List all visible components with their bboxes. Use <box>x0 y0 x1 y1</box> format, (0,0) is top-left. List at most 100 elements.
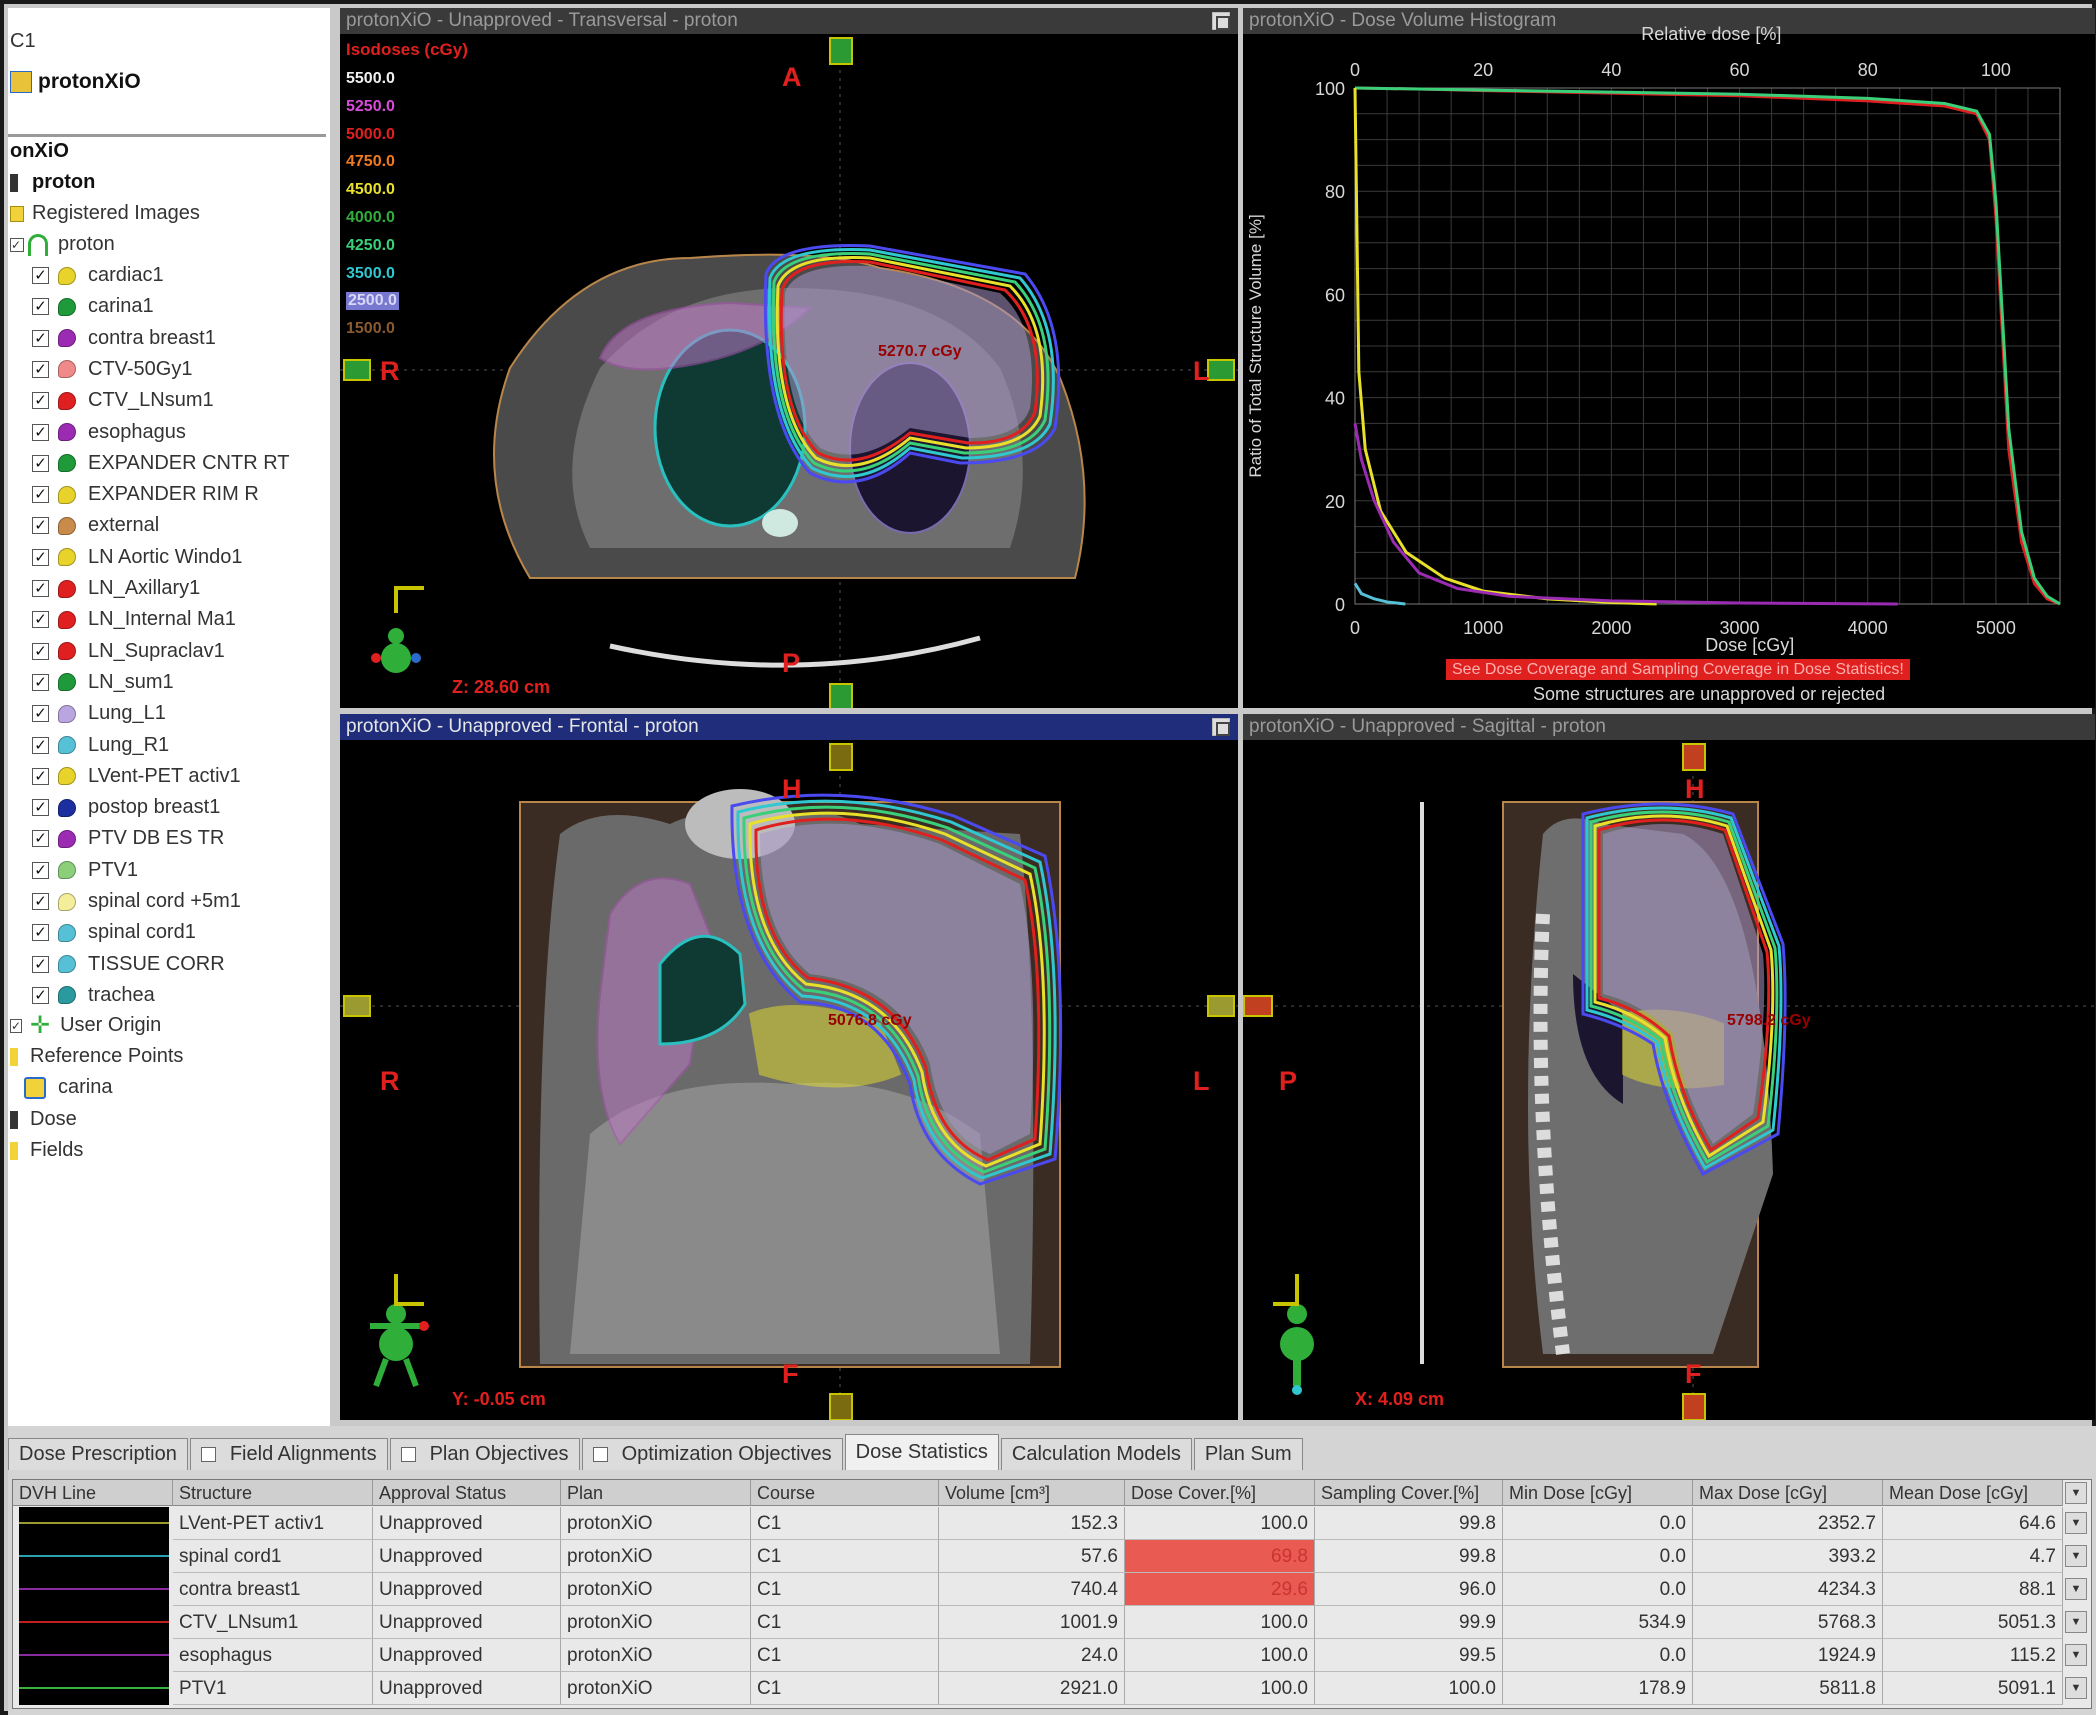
row-dropdown[interactable]: ▼ <box>2065 1512 2087 1534</box>
user-origin-checkbox[interactable]: ✓ <box>10 1018 22 1033</box>
structure-visibility-checkbox[interactable]: ✓ <box>32 736 49 754</box>
column-header[interactable]: Volume [cm³] <box>939 1480 1125 1506</box>
user-origin-label: User Origin <box>60 1014 162 1036</box>
structure-item[interactable]: ✓ PTV DB ES TR <box>32 823 224 854</box>
tree-image-set[interactable]: ✓ proton <box>10 229 115 260</box>
structure-visibility-checkbox[interactable]: ✓ <box>32 454 49 472</box>
tree-registered-images[interactable]: Registered Images <box>10 198 200 229</box>
column-header[interactable]: Min Dose [cGy] <box>1503 1480 1693 1506</box>
tree-user-origin[interactable]: ✓ ✛ User Origin <box>10 1010 161 1041</box>
structure-item[interactable]: ✓ carina1 <box>32 291 154 322</box>
column-header[interactable]: Course <box>751 1480 939 1506</box>
tree-carina[interactable]: carina <box>24 1072 112 1103</box>
structure-visibility-checkbox[interactable]: ✓ <box>32 548 49 566</box>
tab-field-alignments[interactable]: Field Alignments <box>189 1438 388 1470</box>
column-header[interactable]: Mean Dose [cGy] <box>1883 1480 2063 1506</box>
dvh-viewport[interactable]: protonXiO - Dose Volume Histogram 0 20 40 6… <box>1243 8 2095 708</box>
structure-visibility-checkbox[interactable]: ✓ <box>32 705 49 723</box>
structure-visibility-checkbox[interactable]: ✓ <box>32 767 49 785</box>
dvh-chart[interactable]: 0204060801000 1000 2000 3000 4000 50000 20 40 60… <box>1243 8 2095 708</box>
structure-visibility-checkbox[interactable]: ✓ <box>32 329 49 347</box>
structure-item[interactable]: ✓ postop breast1 <box>32 792 220 823</box>
column-header[interactable]: Approval Status <box>373 1480 561 1506</box>
structure-visibility-checkbox[interactable]: ✓ <box>32 924 49 942</box>
table-cell-dose-cover: 29.6 <box>1125 1573 1315 1606</box>
tree-plan-root[interactable]: protonXiO <box>10 66 141 97</box>
structure-visibility-checkbox[interactable]: ✓ <box>32 423 49 441</box>
image-set-checkbox[interactable]: ✓ <box>10 237 24 252</box>
structure-item[interactable]: ✓ TISSUE CORR <box>32 949 225 980</box>
column-header[interactable]: Structure <box>173 1480 373 1506</box>
structure-item[interactable]: ✓ LN_Supraclav1 <box>32 636 225 667</box>
column-chooser-dropdown[interactable]: ▼ <box>2065 1482 2087 1504</box>
tab-optimization-objectives[interactable]: Optimization Objectives <box>581 1438 843 1470</box>
column-header[interactable]: Max Dose [cGy] <box>1693 1480 1883 1506</box>
column-header[interactable]: Dose Cover.[%] <box>1125 1480 1315 1506</box>
structure-item[interactable]: ✓ Lung_R1 <box>32 730 169 761</box>
structure-visibility-checkbox[interactable]: ✓ <box>32 861 49 879</box>
dvh-series-line[interactable] <box>1353 423 1898 606</box>
row-dropdown[interactable]: ▼ <box>2065 1545 2087 1567</box>
tab-dose-prescription[interactable]: Dose Prescription <box>8 1438 188 1470</box>
structure-item[interactable]: ✓ esophagus <box>32 417 186 448</box>
structure-item[interactable]: ✓ LN_Axillary1 <box>32 573 200 604</box>
structure-visibility-checkbox[interactable]: ✓ <box>32 673 49 691</box>
tree-plan[interactable]: proton <box>10 167 95 198</box>
frontal-viewport[interactable]: protonXiO - Unapproved - Frontal - proto… <box>340 714 1238 1420</box>
tab-checkbox[interactable] <box>400 1447 416 1462</box>
structure-visibility-checkbox[interactable]: ✓ <box>32 486 49 504</box>
structure-item[interactable]: ✓ spinal cord1 <box>32 917 196 948</box>
structure-visibility-checkbox[interactable]: ✓ <box>32 799 49 817</box>
tree-plan-label: proton <box>32 171 96 193</box>
structure-item[interactable]: ✓ LVent-PET activ1 <box>32 761 241 792</box>
structure-visibility-checkbox[interactable]: ✓ <box>32 360 49 378</box>
structure-item[interactable]: ✓ Lung_L1 <box>32 698 166 729</box>
structure-item[interactable]: ✓ cardiac1 <box>32 260 164 291</box>
transversal-viewport[interactable]: protonXiO - Unapproved - Transversal - p… <box>340 8 1238 708</box>
structure-label: PTV DB ES TR <box>88 827 225 850</box>
structure-visibility-checkbox[interactable]: ✓ <box>32 267 49 284</box>
column-header[interactable]: Plan <box>561 1480 751 1506</box>
structure-item[interactable]: ✓ spinal cord +5m1 <box>32 886 241 917</box>
structure-item[interactable]: ✓ CTV_LNsum1 <box>32 385 214 416</box>
row-dropdown[interactable]: ▼ <box>2065 1578 2087 1600</box>
tree-reference-points[interactable]: Reference Points <box>10 1041 183 1072</box>
tab-calculation-models[interactable]: Calculation Models <box>1000 1438 1192 1470</box>
structure-item[interactable]: ✓ CTV-50Gy1 <box>32 354 192 385</box>
row-dropdown[interactable]: ▼ <box>2065 1611 2087 1633</box>
column-header[interactable]: Sampling Cover.[%] <box>1315 1480 1503 1506</box>
structure-visibility-checkbox[interactable]: ✓ <box>32 642 49 660</box>
structure-visibility-checkbox[interactable]: ✓ <box>32 298 49 316</box>
structure-item[interactable]: ✓ PTV1 <box>32 855 138 886</box>
structure-item[interactable]: ✓ EXPANDER CNTR RT <box>32 448 290 479</box>
structure-item[interactable]: ✓ EXPANDER RIM R <box>32 479 259 510</box>
tree-header[interactable]: onXiO <box>10 136 69 167</box>
structure-visibility-checkbox[interactable]: ✓ <box>32 392 49 410</box>
tab-checkbox[interactable] <box>592 1447 608 1462</box>
structure-item[interactable]: ✓ LN_Internal Ma1 <box>32 604 236 635</box>
structure-item[interactable]: ✓ trachea <box>32 980 155 1011</box>
tree-dose[interactable]: Dose <box>10 1104 77 1135</box>
row-dropdown[interactable]: ▼ <box>2065 1644 2087 1666</box>
structure-item[interactable]: ✓ contra breast1 <box>32 323 216 354</box>
tab-plan-sum[interactable]: Plan Sum <box>1193 1438 1303 1470</box>
tree-fields[interactable]: Fields <box>10 1135 83 1166</box>
table-cell-mean: 88.1 <box>1883 1573 2063 1606</box>
dvh-series-line[interactable] <box>1353 582 1406 606</box>
structure-visibility-checkbox[interactable]: ✓ <box>32 893 49 910</box>
tab-plan-objectives[interactable]: Plan Objectives <box>389 1438 580 1470</box>
structure-visibility-checkbox[interactable]: ✓ <box>32 830 49 848</box>
structure-visibility-checkbox[interactable]: ✓ <box>32 986 49 1004</box>
structure-visibility-checkbox[interactable]: ✓ <box>32 517 49 535</box>
tab-dose-statistics[interactable]: Dose Statistics <box>844 1434 999 1470</box>
structure-item[interactable]: ✓ external <box>32 510 159 541</box>
structure-item[interactable]: ✓ LN_sum1 <box>32 667 174 698</box>
column-header[interactable]: DVH Line <box>13 1480 173 1506</box>
row-dropdown[interactable]: ▼ <box>2065 1677 2087 1699</box>
tab-checkbox[interactable] <box>200 1447 216 1462</box>
structure-item[interactable]: ✓ LN Aortic Windo1 <box>32 542 243 573</box>
sagittal-viewport[interactable]: protonXiO - Unapproved - Sagittal - prot… <box>1243 714 2095 1420</box>
structure-visibility-checkbox[interactable]: ✓ <box>32 611 49 629</box>
structure-visibility-checkbox[interactable]: ✓ <box>32 955 49 973</box>
structure-visibility-checkbox[interactable]: ✓ <box>32 580 49 597</box>
